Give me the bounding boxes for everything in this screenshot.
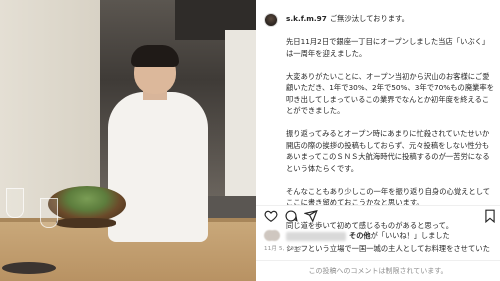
post-date: 11月 5, 2022 [264,246,302,252]
likes-summary[interactable]: その他が「いいね！」しました [264,230,496,243]
liker-avatars [264,230,280,242]
likes-others-link[interactable]: その他 [349,231,371,240]
bookmark-icon[interactable] [483,209,497,223]
photo-wall-right [225,30,256,210]
caption-paragraph: s.k.f.m.97 ご無沙汰しております。 [286,13,494,25]
caption-text: ご無沙汰しております。 [329,14,409,23]
photo-chef-hair [131,45,179,67]
photo-bowl-base [56,218,116,228]
photo-bowl [48,186,126,222]
photo-plate [2,262,56,274]
liker-name-blurred [286,231,346,241]
likes-suffix: が「いいね！」しました [370,231,450,240]
photo-chef-body [108,92,208,242]
post-panel: s.k.f.m.97 ご無沙汰しております。 先日11月2日で銀座一丁目にオープン… [256,0,500,281]
caption-paragraph: 振り返ってみるとオープン時にあまりに忙殺されていたせいか開店の際の挨拶の投稿もし… [286,129,490,173]
comment-icon[interactable] [284,209,298,223]
avatar[interactable] [264,13,278,27]
comments-disabled-notice: この投稿へのコメントは制限されています。 [256,260,500,281]
post-photo[interactable] [0,0,256,281]
caption-paragraph: シェフという立場で一国一城の主人としてお料理をさせていた [286,244,490,253]
heart-icon[interactable] [264,209,278,223]
username-link[interactable]: s.k.f.m.97 [286,14,327,23]
caption-paragraph: 先日11月2日で銀座一丁目にオープンしました当店「いぶく」は一周年を迎えました。 [286,37,490,58]
photo-glass [6,188,24,218]
photo-glass [40,198,58,228]
share-icon[interactable] [304,209,318,223]
caption-paragraph: 大変ありがたいことに、オープン当初から沢山のお客様にご愛顧いただき、1年で30%… [286,71,495,116]
